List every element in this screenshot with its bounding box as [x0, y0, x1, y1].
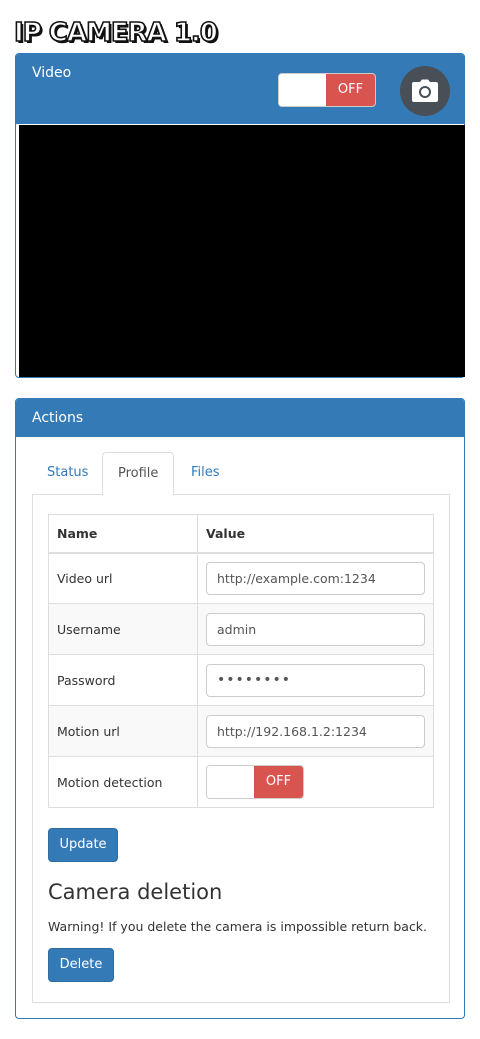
video-panel-heading: Video OFF: [16, 54, 464, 124]
table-row: Password: [48, 654, 434, 706]
snapshot-button[interactable]: [400, 66, 450, 116]
row-label-password: Password: [48, 654, 198, 706]
video-toggle[interactable]: OFF: [278, 73, 376, 107]
row-label-motion-detection: Motion detection: [48, 756, 198, 808]
row-label-video-url: Video url: [48, 552, 198, 604]
column-header-value: Value: [197, 514, 434, 554]
actions-panel-title: Actions: [32, 410, 84, 426]
profile-table: Name Value Video url Username Password M…: [48, 514, 434, 808]
tab-bar: Status Profile Files: [32, 452, 450, 496]
motion-toggle-off-label: OFF: [254, 766, 303, 798]
video-url-input[interactable]: [206, 561, 425, 595]
actions-panel: Actions Status Profile Files Name Value …: [15, 398, 465, 1019]
table-row: Motion detection OFF: [48, 756, 434, 808]
table-row: Video url: [48, 552, 434, 604]
camera-deletion-title: Camera deletion: [48, 880, 223, 904]
video-stream: [19, 125, 465, 377]
username-input[interactable]: [206, 612, 425, 646]
tab-profile[interactable]: Profile: [102, 452, 175, 496]
tab-files[interactable]: Files: [176, 452, 235, 495]
row-label-motion-url: Motion url: [48, 705, 198, 757]
update-button[interactable]: Update: [48, 828, 118, 862]
tab-status[interactable]: Status: [32, 452, 103, 495]
deletion-warning-text: Warning! If you delete the camera is imp…: [48, 919, 428, 934]
video-toggle-handle: [279, 74, 327, 106]
video-panel-title: Video: [32, 65, 72, 81]
table-row: Username: [48, 603, 434, 655]
camera-icon: [412, 79, 438, 102]
video-toggle-off-label: OFF: [326, 74, 375, 106]
table-row: Motion url: [48, 705, 434, 757]
motion-toggle-handle: [207, 766, 255, 798]
motion-detection-toggle[interactable]: OFF: [206, 765, 304, 799]
motion-url-input[interactable]: [206, 714, 425, 748]
actions-panel-heading: Actions: [16, 399, 464, 437]
password-input[interactable]: [206, 663, 425, 697]
row-label-username: Username: [48, 603, 198, 655]
app-title: IP CAMERA 1.0: [13, 17, 218, 49]
delete-button[interactable]: Delete: [48, 948, 114, 982]
column-header-name: Name: [48, 514, 198, 554]
profile-tab-content: Name Value Video url Username Password M…: [32, 494, 450, 1003]
video-panel: Video OFF: [15, 53, 465, 378]
